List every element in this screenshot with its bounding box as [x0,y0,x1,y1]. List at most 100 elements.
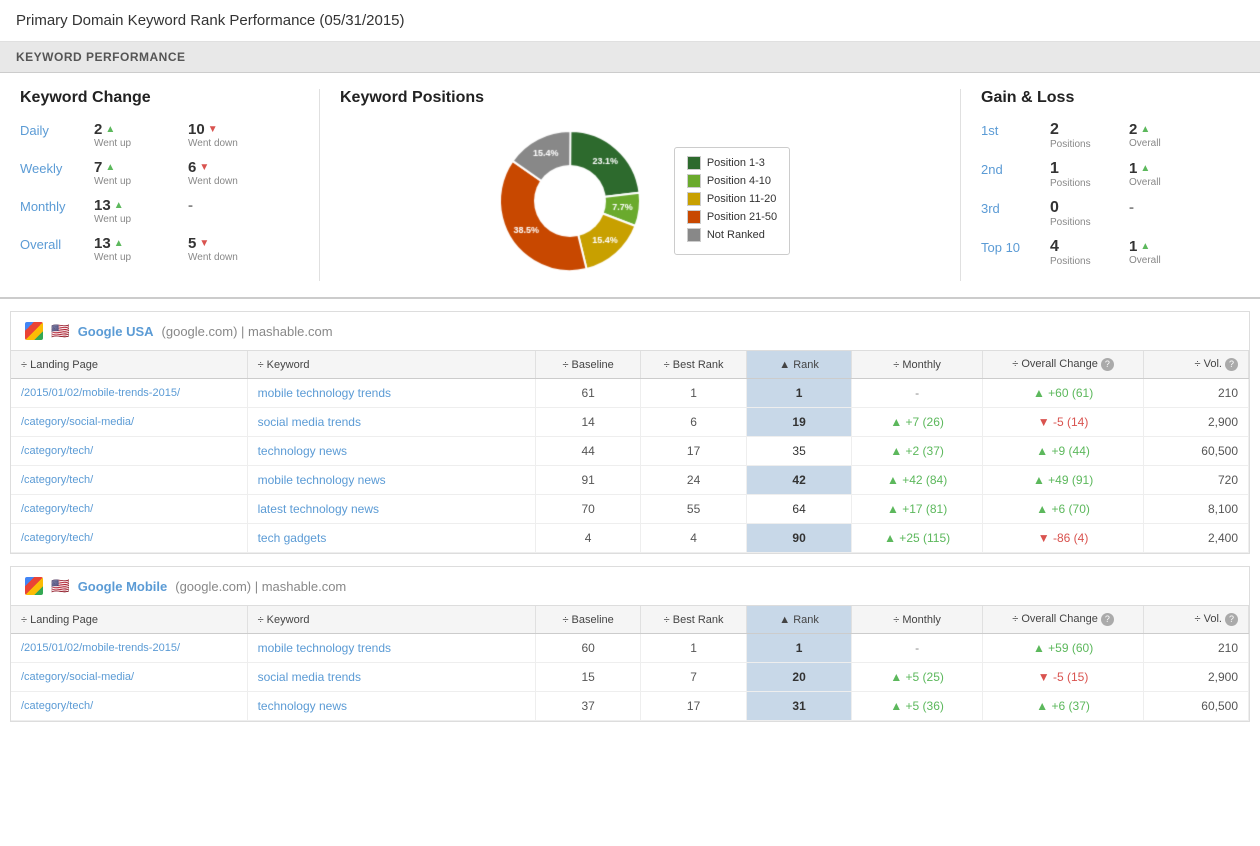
kw-row-down: 6 ▼Went down [188,159,278,187]
cell-monthly: ▲ +2 (37) [852,437,983,466]
kw-row-up: 13 ▲ Went up [94,235,184,263]
cell-landing: /category/social-media/ [11,663,247,692]
us-flag-mobile-icon: 🇺🇸 [51,577,70,595]
cell-keyword: tech gadgets [247,524,536,553]
cell-best-rank: 24 [641,466,747,495]
google-mobile-domain: (google.com) | mashable.com [175,579,346,594]
col-baseline[interactable]: ÷ Baseline [536,351,641,379]
cell-vol: 720 [1143,466,1248,495]
cell-keyword: latest technology news [247,495,536,524]
cell-monthly: - [852,634,983,663]
col-overall-change[interactable]: ÷ Overall Change ? [983,351,1144,379]
help-icon-vol[interactable]: ? [1225,358,1238,371]
cell-landing: /category/tech/ [11,524,247,553]
col-monthly-m[interactable]: ÷ Monthly [852,606,983,634]
gain-loss-row: 3rd 0 Positions - [981,199,1240,228]
col-keyword[interactable]: ÷ Keyword [247,351,536,379]
us-flag-icon: 🇺🇸 [51,322,70,340]
keyword-change-row: Monthly 13 ▲ Went up - [20,197,299,225]
cell-baseline: 60 [536,634,641,663]
google-usa-header: 🇺🇸 Google USA (google.com) | mashable.co… [11,312,1249,351]
cell-rank: 42 [747,466,852,495]
table-row: /category/tech/ tech gadgets 4 4 90 ▲ +2… [11,524,1249,553]
col-overall-change-m[interactable]: ÷ Overall Change ? [983,606,1144,634]
cell-vol: 8,100 [1143,495,1248,524]
cell-landing: /category/tech/ [11,466,247,495]
legend-item: Position 4-10 [687,174,777,188]
col-baseline-m[interactable]: ÷ Baseline [536,606,641,634]
google-usa-table: ÷ Landing Page ÷ Keyword ÷ Baseline ÷ Be… [11,351,1249,553]
cell-monthly: ▲ +25 (115) [852,524,983,553]
table-row: /category/social-media/ social media tre… [11,663,1249,692]
col-best-rank[interactable]: ÷ Best Rank [641,351,747,379]
cell-monthly: ▲ +5 (25) [852,663,983,692]
keyword-positions-title: Keyword Positions [340,89,484,107]
keyword-change-row: Weekly 7 ▲ Went up 6 ▼Went down [20,159,299,187]
keyword-change-row: Overall 13 ▲ Went up 5 ▼Went down [20,235,299,263]
gain-loss-row: Top 10 4 Positions 1 ▲Overall [981,238,1240,267]
google-mobile-icon [25,577,43,595]
google-usa-section: 🇺🇸 Google USA (google.com) | mashable.co… [10,311,1250,554]
col-rank[interactable]: ▲ Rank [747,351,852,379]
cell-vol: 210 [1143,634,1248,663]
cell-monthly: - [852,379,983,408]
cell-baseline: 14 [536,408,641,437]
legend-item: Position 21-50 [687,210,777,224]
cell-vol: 2,400 [1143,524,1248,553]
kw-row-down: 5 ▼Went down [188,235,278,263]
gain-loss-row: 1st 2 Positions 2 ▲Overall [981,121,1240,150]
cell-rank: 1 [747,379,852,408]
cell-landing: /category/tech/ [11,437,247,466]
donut-chart [490,121,650,281]
keyword-positions-col: Keyword Positions [320,89,960,281]
gl-overall: 1 ▲Overall [1129,238,1204,266]
cell-best-rank: 1 [641,379,747,408]
col-monthly[interactable]: ÷ Monthly [852,351,983,379]
google-usa-domain: (google.com) | mashable.com [162,324,333,339]
help-icon-overall[interactable]: ? [1101,358,1114,371]
gl-label: 3rd [981,199,1046,216]
keyword-change-col: Keyword Change Daily 2 ▲ Went up 10 ▼Wen… [20,89,320,281]
keyword-change-row: Daily 2 ▲ Went up 10 ▼Went down [20,121,299,149]
google-mobile-table: ÷ Landing Page ÷ Keyword ÷ Baseline ÷ Be… [11,606,1249,721]
col-keyword-m[interactable]: ÷ Keyword [247,606,536,634]
kw-row-label: Weekly [20,159,90,176]
cell-keyword: mobile technology trends [247,379,536,408]
legend-item: Position 11-20 [687,192,777,206]
cell-best-rank: 55 [641,495,747,524]
table-row: /2015/01/02/mobile-trends-2015/ mobile t… [11,379,1249,408]
col-vol-m[interactable]: ÷ Vol. ? [1143,606,1248,634]
cell-overall: ▼ -5 (15) [983,663,1144,692]
cell-rank: 90 [747,524,852,553]
col-landing-page[interactable]: ÷ Landing Page [11,351,247,379]
cell-landing: /category/social-media/ [11,408,247,437]
google-mobile-label: Google Mobile [78,579,168,594]
cell-keyword: social media trends [247,663,536,692]
col-landing-page-m[interactable]: ÷ Landing Page [11,606,247,634]
cell-rank: 31 [747,692,852,721]
table-row: /category/tech/ mobile technology news 9… [11,466,1249,495]
table-row: /category/social-media/ social media tre… [11,408,1249,437]
cell-monthly: ▲ +7 (26) [852,408,983,437]
col-vol[interactable]: ÷ Vol. ? [1143,351,1248,379]
kw-row-up: 2 ▲ Went up [94,121,184,149]
cell-landing: /category/tech/ [11,495,247,524]
table-row: /2015/01/02/mobile-trends-2015/ mobile t… [11,634,1249,663]
cell-vol: 210 [1143,379,1248,408]
cell-keyword: technology news [247,437,536,466]
cell-rank: 35 [747,437,852,466]
gain-loss-row: 2nd 1 Positions 1 ▲Overall [981,160,1240,189]
cell-overall: ▼ -86 (4) [983,524,1144,553]
google-mobile-header: 🇺🇸 Google Mobile (google.com) | mashable… [11,567,1249,606]
col-rank-m[interactable]: ▲ Rank [747,606,852,634]
cell-overall: ▲ +6 (37) [983,692,1144,721]
gain-loss-title: Gain & Loss [981,89,1240,107]
legend-item: Position 1-3 [687,156,777,170]
col-best-rank-m[interactable]: ÷ Best Rank [641,606,747,634]
cell-monthly: ▲ +5 (36) [852,692,983,721]
page-header: Primary Domain Keyword Rank Performance … [0,0,1260,42]
gl-positions: 1 Positions [1050,160,1125,189]
section-header: KEYWORD PERFORMANCE [0,42,1260,73]
cell-vol: 60,500 [1143,437,1248,466]
cell-landing: /2015/01/02/mobile-trends-2015/ [11,634,247,663]
